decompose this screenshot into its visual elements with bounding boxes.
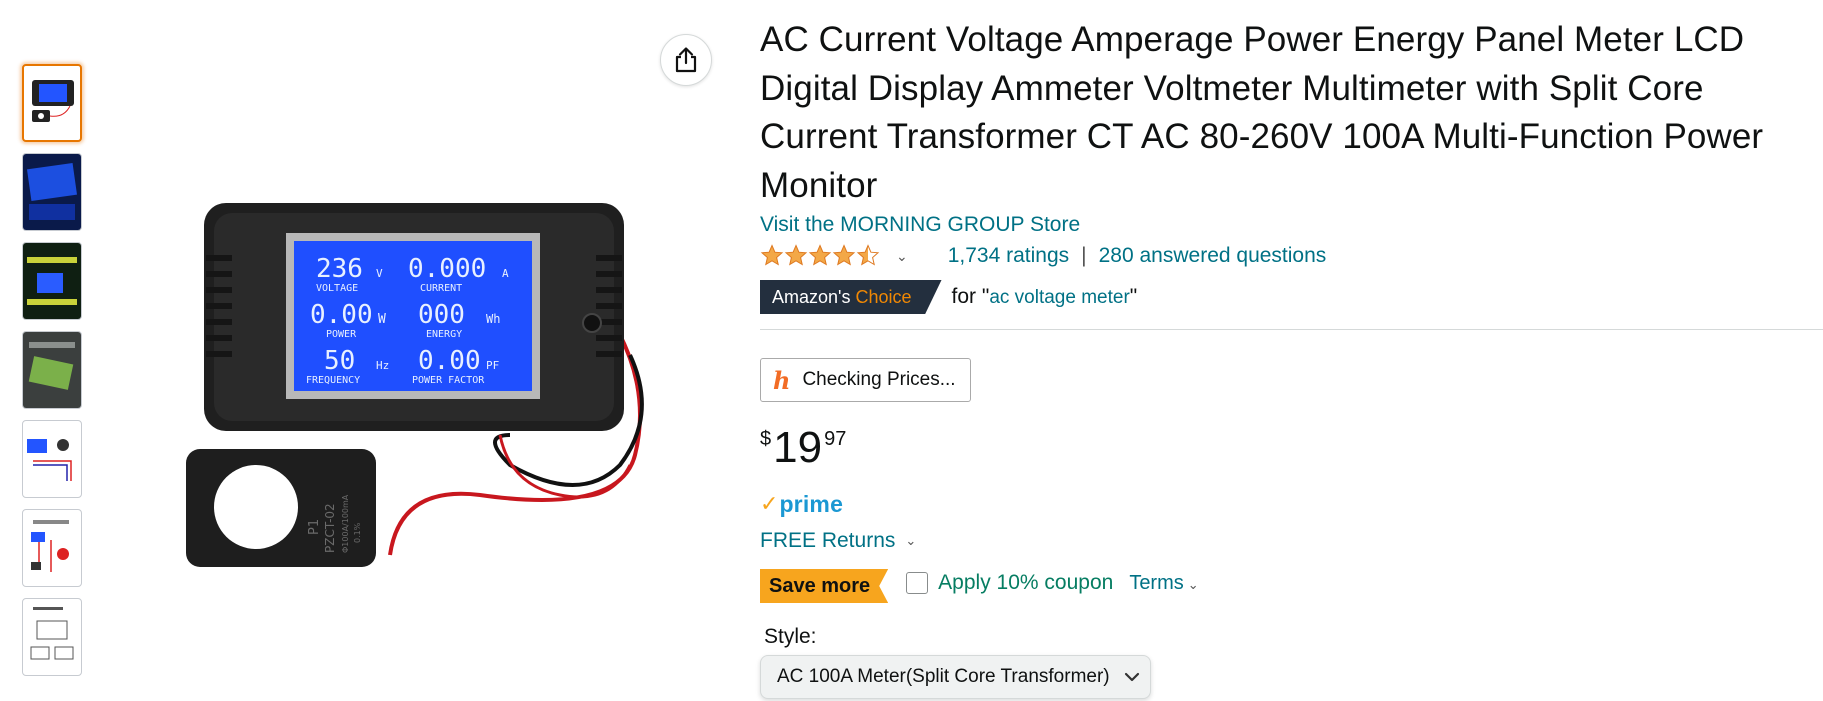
power-label: POWER <box>326 329 357 340</box>
free-returns[interactable]: FREE Returns ⌄ <box>760 527 1820 555</box>
coupon-row: Save more Apply 10% coupon Terms ⌄ <box>760 569 1820 603</box>
style-label: Style: <box>764 625 817 648</box>
star-rating[interactable] <box>760 244 882 268</box>
current-label: CURRENT <box>420 283 462 294</box>
amazons-choice-row: Amazon's Choice for "ac voltage meter" <box>760 280 1820 314</box>
price-symbol: $ <box>760 428 772 450</box>
power-value: 0.00 <box>310 300 373 330</box>
style-selected-value: AC 100A Meter(Split Core Transformer) <box>777 666 1110 687</box>
thumbnail-7[interactable] <box>22 598 82 676</box>
share-icon <box>675 47 697 73</box>
product-info: AC Current Voltage Amperage Power Energy… <box>760 16 1823 699</box>
voltage-label: VOLTAGE <box>316 283 358 294</box>
coupon-checkbox[interactable] <box>906 572 929 594</box>
pf-value: 0.00 <box>418 346 481 376</box>
energy-label: ENERGY <box>426 329 462 340</box>
badge-for-prefix: for " <box>951 285 990 308</box>
pf-unit: PF <box>486 359 499 372</box>
prime-label: prime <box>779 490 844 517</box>
chevron-down-icon[interactable]: ⌄ <box>896 248 908 265</box>
badge-query-link[interactable]: ac voltage meter <box>989 287 1129 308</box>
thumbnail-1-image <box>32 80 74 122</box>
honey-icon: h <box>773 365 791 395</box>
prime-badge[interactable]: ✓ prime <box>760 491 1820 517</box>
thumbnail-2[interactable] <box>22 153 82 231</box>
thumbnail-list <box>22 64 84 687</box>
voltage-value: 236 <box>316 254 363 284</box>
thumbnail-4[interactable] <box>22 331 82 409</box>
ct-label-4: 0.1% <box>353 522 362 543</box>
star-icon <box>761 245 879 265</box>
current-value: 0.000 <box>408 254 486 284</box>
current-unit: A <box>502 267 509 280</box>
badge-for-text: for "ac voltage meter" <box>952 285 1138 309</box>
frequency-unit: Hz <box>376 359 389 372</box>
frequency-value: 50 <box>324 346 355 376</box>
energy-value: 000 <box>418 300 465 330</box>
chevron-down-icon: ⌄ <box>905 533 917 548</box>
energy-unit: Wh <box>486 312 500 326</box>
pf-label: POWER FACTOR <box>412 375 485 386</box>
thumbnail-5[interactable] <box>22 420 82 498</box>
divider <box>760 329 1823 330</box>
prime-check-icon: ✓ <box>760 491 779 516</box>
honey-label: Checking Prices... <box>802 369 956 390</box>
panel-meter-illustration: 236 V VOLTAGE 0.000 A CURRENT 0.00 W POW… <box>186 203 644 567</box>
price-whole: 19 <box>773 423 823 472</box>
badge-prefix: Amazon's <box>772 287 851 307</box>
thumbnail-2-image <box>23 154 81 230</box>
thumbnail-3[interactable] <box>22 242 82 320</box>
chevron-down-icon <box>1124 672 1139 682</box>
thumbnail-6[interactable] <box>22 509 82 587</box>
answered-questions-link[interactable]: 280 answered questions <box>1099 244 1327 268</box>
rating-separator: | <box>1081 244 1087 267</box>
coupon-terms-label: Terms <box>1129 571 1184 594</box>
thumbnail-1[interactable] <box>22 64 82 142</box>
ct-label-1: P1 <box>307 519 322 535</box>
amazons-choice-badge[interactable]: Amazon's Choice <box>760 280 942 314</box>
chevron-down-icon: ⌄ <box>1187 576 1199 592</box>
free-returns-label: FREE Returns <box>760 529 896 552</box>
price-fraction: 97 <box>824 428 847 450</box>
thumbnail-5-image <box>27 439 72 481</box>
thumbnail-4-image <box>23 332 81 408</box>
thumbnail-6-image <box>31 520 69 572</box>
power-unit: W <box>378 312 386 327</box>
price: $ 19 97 <box>760 424 1820 474</box>
ct-label-3: Φ100A/100mA <box>341 494 350 553</box>
rating-row: ⌄ 1,734 ratings | 280 answered questions <box>760 241 1820 271</box>
apply-coupon-label[interactable]: Apply 10% coupon <box>938 571 1113 595</box>
ratings-count-link[interactable]: 1,734 ratings <box>948 244 1069 268</box>
coupon-terms[interactable]: Terms ⌄ <box>1129 572 1198 595</box>
product-title: AC Current Voltage Amperage Power Energy… <box>760 20 1764 205</box>
badge-for-close: " <box>1129 285 1138 308</box>
save-more-badge: Save more <box>760 569 889 603</box>
ct-label-2: PZCT-02 <box>323 503 337 553</box>
thumbnail-3-image <box>23 243 81 319</box>
share-button[interactable] <box>660 34 712 86</box>
voltage-unit: V <box>376 267 383 280</box>
frequency-label: FREQUENCY <box>306 375 360 386</box>
badge-highlight: Choice <box>855 287 912 307</box>
style-dropdown[interactable]: AC 100A Meter(Split Core Transformer) <box>760 655 1151 699</box>
store-link[interactable]: Visit the MORNING GROUP Store <box>760 212 1820 238</box>
thumbnail-7-image <box>30 607 74 660</box>
main-product-image[interactable]: 236 V VOLTAGE 0.000 A CURRENT 0.00 W POW… <box>180 195 660 605</box>
honey-checking-prices-button[interactable]: h Checking Prices... <box>760 358 971 402</box>
red-wire-2 <box>498 434 632 499</box>
